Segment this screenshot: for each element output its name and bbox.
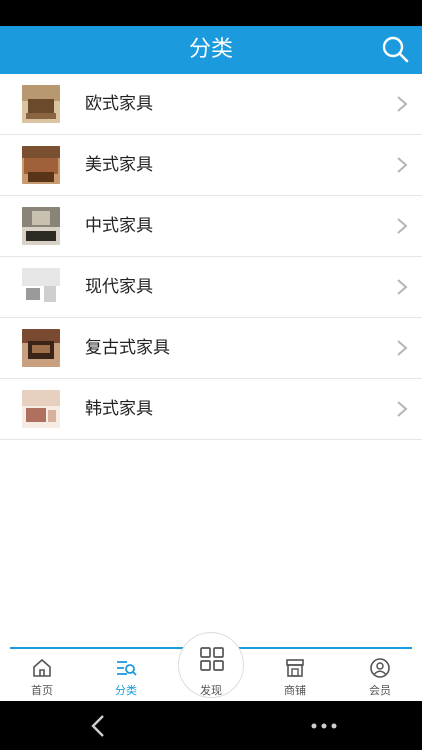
search-icon [382,36,409,63]
tab-category-label: 分类 [115,684,137,697]
chevron-right-icon [397,96,408,112]
status-bar [0,0,422,26]
category-icon [117,661,137,676]
chevron-right-icon [397,401,408,417]
category-label: 美式家具 [85,155,153,175]
category-thumbnail [22,329,60,367]
category-item[interactable]: 美式家具 [0,135,422,196]
category-label: 现代家具 [85,277,153,297]
category-label: 韩式家具 [85,399,153,419]
more-icon[interactable] [311,723,337,729]
category-thumbnail [22,390,60,428]
back-icon[interactable] [90,713,106,739]
category-label: 欧式家具 [85,94,153,114]
tab-member[interactable]: 会员 [338,649,422,701]
category-item[interactable]: 复古式家具 [0,318,422,379]
app-header: 分类 [0,26,422,74]
category-item[interactable]: 欧式家具 [0,74,422,135]
tab-member-label: 会员 [369,684,391,697]
tab-discover-label: 发现 [200,684,222,697]
category-thumbnail [22,146,60,184]
category-label: 复古式家具 [85,338,170,358]
category-item[interactable]: 韩式家具 [0,379,422,440]
chevron-right-icon [397,218,408,234]
category-thumbnail [22,207,60,245]
category-item[interactable]: 现代家具 [0,257,422,318]
tab-shop-label: 商铺 [284,684,306,697]
system-nav-bar [0,701,422,750]
search-button[interactable] [380,34,412,66]
home-icon [33,658,51,677]
tab-home[interactable]: 首页 [0,649,84,701]
tab-home-label: 首页 [31,684,53,697]
chevron-right-icon [397,279,408,295]
category-list: 欧式家具 美式家具 中式家具 现代家具 复古式家具 韩式家具 [0,74,422,440]
tab-shop[interactable]: 商铺 [253,649,337,701]
grid-icon [200,647,224,671]
page-title: 分类 [188,37,233,62]
tab-category[interactable]: 分类 [84,649,168,701]
chevron-right-icon [397,157,408,173]
store-icon [286,659,304,677]
category-label: 中式家具 [85,216,153,236]
category-thumbnail [22,268,60,306]
user-icon [370,658,390,678]
category-thumbnail [22,85,60,123]
category-item[interactable]: 中式家具 [0,196,422,257]
chevron-right-icon [397,340,408,356]
